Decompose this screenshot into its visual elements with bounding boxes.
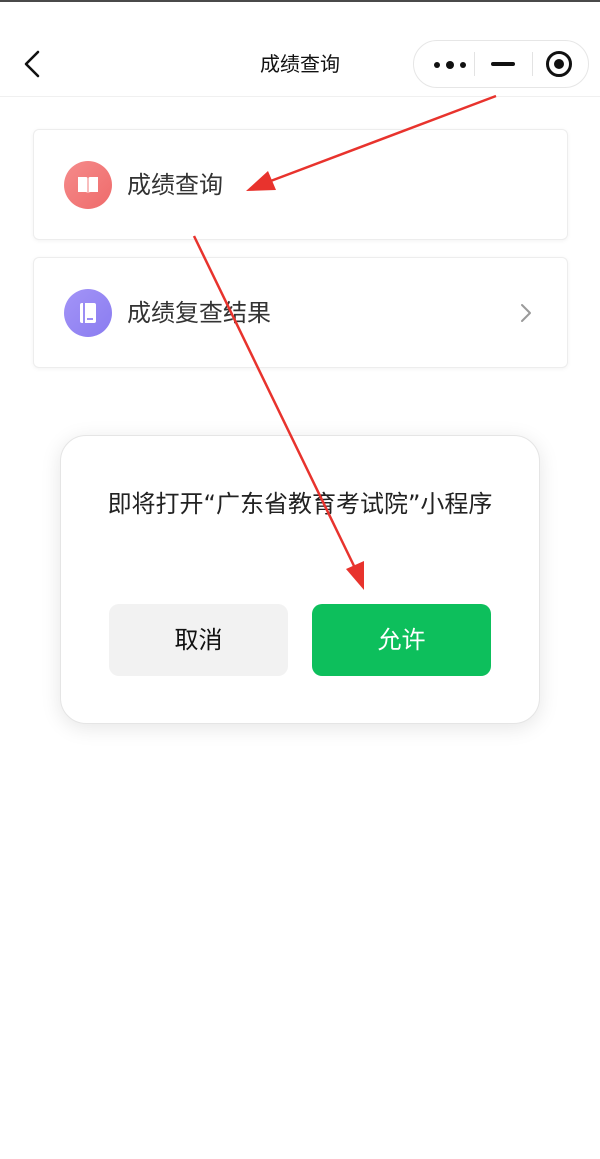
cancel-button[interactable]: 取消 — [109, 604, 288, 676]
menu-item-label: 成绩查询 — [127, 171, 223, 199]
open-mini-program-dialog: 即将打开“广东省教育考试院”小程序 取消 允许 — [60, 435, 540, 724]
close-mini-program-button[interactable] — [532, 41, 590, 87]
mini-program-capsule — [413, 40, 589, 88]
navigation-bar: 成绩查询 — [0, 2, 600, 97]
notebook-icon — [64, 289, 112, 337]
chevron-right-icon — [521, 304, 531, 322]
menu-item-review-result[interactable]: 成绩复查结果 — [33, 257, 568, 368]
menu-item-score-query[interactable]: 成绩查询 — [33, 129, 568, 240]
minimize-button[interactable] — [474, 41, 532, 87]
close-target-dot — [554, 59, 564, 69]
more-dots-icon — [434, 61, 466, 69]
menu-item-label: 成绩复查结果 — [127, 299, 271, 327]
more-button[interactable] — [414, 41, 474, 87]
dialog-message: 即将打开“广东省教育考试院”小程序 — [107, 490, 493, 518]
book-icon — [64, 161, 112, 209]
allow-button[interactable]: 允许 — [312, 604, 491, 676]
minimize-icon — [491, 62, 515, 66]
